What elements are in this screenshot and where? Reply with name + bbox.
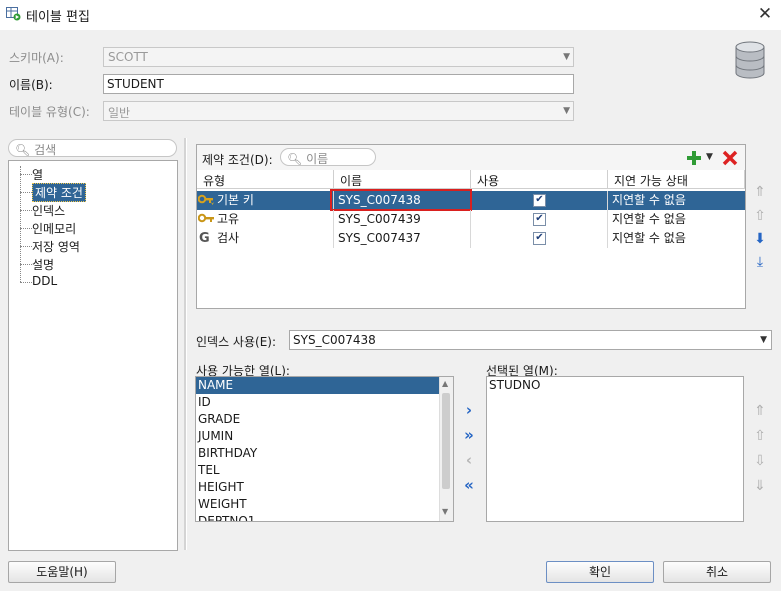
constraint-name-cell: SYS_C007437 (334, 229, 471, 248)
table-name-input[interactable]: STUDENT (103, 74, 574, 94)
constraint-type-cell: 기본 키 (197, 191, 334, 210)
highlight-box (330, 189, 472, 211)
scroll-up-icon[interactable]: ▲ (442, 379, 450, 393)
enabled-checkbox[interactable]: ✔ (533, 194, 546, 207)
table-type-label: 테이블 유형(C): (9, 105, 90, 119)
constraint-deferrable-cell: 지연할 수 없음 (612, 231, 686, 245)
constraint-deferrable-cell: 지연할 수 없음 (612, 193, 686, 207)
list-item[interactable]: BIRTHDAY (196, 445, 453, 462)
list-item[interactable]: STUDNO (487, 377, 743, 394)
chevron-down-icon: ▼ (563, 106, 570, 116)
constraint-enabled-cell: ✔ (471, 191, 608, 210)
nav-search-input[interactable]: 🔍︎ 검색 (8, 139, 177, 157)
nav-search-placeholder: 검색 (34, 143, 57, 157)
constraint-enabled-cell: ✔ (471, 229, 608, 248)
tree-branch (20, 264, 32, 265)
delete-constraint-icon[interactable] (722, 150, 738, 166)
scrollbar-thumb[interactable] (442, 393, 450, 489)
schema-value: SCOTT (108, 50, 148, 64)
column-header-enabled[interactable]: 사용 (471, 170, 608, 189)
column-header-name[interactable]: 이름 (334, 170, 471, 189)
column-header-deferrable[interactable]: 지연 가능 상태 (608, 170, 745, 189)
constraints-label: 제약 조건(D): (202, 153, 273, 167)
nav-item-storage[interactable]: 저장 영역 (32, 238, 80, 255)
enabled-checkbox[interactable]: ✔ (533, 232, 546, 245)
list-item[interactable]: DEPTNO1 (196, 513, 453, 521)
table-type-dropdown[interactable]: 일반 ▼ (103, 101, 574, 121)
schema-label: 스키마(A): (9, 51, 64, 65)
search-icon: 🔍︎ (15, 143, 31, 157)
constraint-type-cell: 검사 (197, 229, 334, 248)
unique-key-icon (197, 213, 214, 225)
scrollbar[interactable]: ▲ ▼ (439, 377, 453, 521)
name-label: 이름(B): (9, 78, 53, 92)
tree-branch (20, 246, 32, 247)
move-bottom-button[interactable]: ⇓ (751, 477, 769, 495)
constraint-type-cell: 고유 (197, 210, 334, 229)
tree-branch (20, 174, 32, 175)
move-up-button[interactable]: ⇧ (751, 427, 769, 445)
help-button[interactable]: 도움말(H) (8, 561, 116, 583)
available-columns-list[interactable]: NAME ID GRADE JUMIN BIRTHDAY TEL HEIGHT … (195, 376, 454, 522)
schema-dropdown[interactable]: SCOTT ▼ (103, 47, 574, 67)
check-icon: G (199, 231, 210, 246)
tree-branch (20, 282, 32, 283)
list-item[interactable]: NAME (196, 377, 439, 394)
move-top-button[interactable]: ⇑ (751, 183, 769, 201)
nav-item-indexes[interactable]: 인덱스 (32, 202, 65, 219)
enabled-checkbox[interactable]: ✔ (533, 213, 546, 226)
table-row[interactable]: 검사 SYS_C007437 ✔ 지연할 수 없음 (197, 229, 745, 248)
nav-item-constraints[interactable]: 제약 조건 (32, 183, 86, 202)
column-header-type[interactable]: 유형 (197, 170, 334, 189)
list-item[interactable]: JUMIN (196, 428, 453, 445)
nav-item-comment[interactable]: 설명 (32, 256, 54, 273)
table-row[interactable]: 고유 SYS_C007439 ✔ 지연할 수 없음 (197, 210, 745, 229)
constraint-enabled-cell: ✔ (471, 210, 608, 229)
window-title: 테이블 편집 (26, 10, 90, 25)
primary-key-icon (197, 193, 214, 207)
table-edit-icon (6, 7, 21, 21)
move-right-button[interactable]: › (460, 401, 478, 419)
list-item[interactable]: GRADE (196, 411, 453, 428)
index-dropdown[interactable]: SYS_C007438 ▼ (289, 330, 772, 350)
move-top-button[interactable]: ⇑ (751, 402, 769, 420)
list-item[interactable]: WEIGHT (196, 496, 453, 513)
nav-item-columns[interactable]: 열 (32, 166, 43, 183)
move-down-button[interactable]: ⇩ (751, 452, 769, 470)
move-all-left-button[interactable]: « (460, 476, 478, 494)
move-up-button[interactable]: ⇧ (751, 207, 769, 225)
add-constraint-icon[interactable] (686, 150, 702, 166)
tree-branch (20, 192, 32, 193)
title-bar (0, 0, 781, 30)
chevron-down-icon: ▼ (563, 52, 570, 62)
chevron-down-icon[interactable]: ▼ (706, 152, 713, 162)
constraint-name-cell: SYS_C007439 (334, 210, 471, 229)
constraints-search-placeholder: 이름 (306, 152, 329, 166)
chevron-down-icon: ▼ (760, 335, 767, 345)
selected-columns-list[interactable]: STUDNO (486, 376, 744, 522)
list-item[interactable]: ID (196, 394, 453, 411)
table-type-value: 일반 (108, 106, 131, 120)
close-button[interactable]: ✕ (752, 2, 778, 26)
constraints-search-input[interactable]: 🔍︎ 이름 (280, 148, 376, 166)
search-icon: 🔍︎ (287, 152, 303, 166)
ok-button[interactable]: 확인 (546, 561, 654, 583)
move-left-button[interactable]: ‹ (460, 451, 478, 469)
constraint-deferrable-cell: 지연할 수 없음 (612, 212, 686, 226)
tree-branch (20, 210, 32, 211)
move-down-button[interactable]: ⬇ (751, 230, 769, 248)
nav-item-inmemory[interactable]: 인메모리 (32, 220, 76, 237)
nav-item-ddl[interactable]: DDL (32, 274, 57, 288)
cancel-button[interactable]: 취소 (663, 561, 771, 583)
tree-branch (20, 228, 32, 229)
move-all-right-button[interactable]: » (460, 426, 478, 444)
index-value: SYS_C007438 (293, 333, 376, 347)
index-label: 인덱스 사용(E): (196, 335, 277, 349)
panel-divider (184, 138, 187, 550)
list-item[interactable]: TEL (196, 462, 453, 479)
scroll-down-icon[interactable]: ▼ (442, 507, 450, 519)
database-icon (733, 40, 767, 80)
list-item[interactable]: HEIGHT (196, 479, 453, 496)
move-bottom-button[interactable]: ⤓ (751, 253, 769, 271)
